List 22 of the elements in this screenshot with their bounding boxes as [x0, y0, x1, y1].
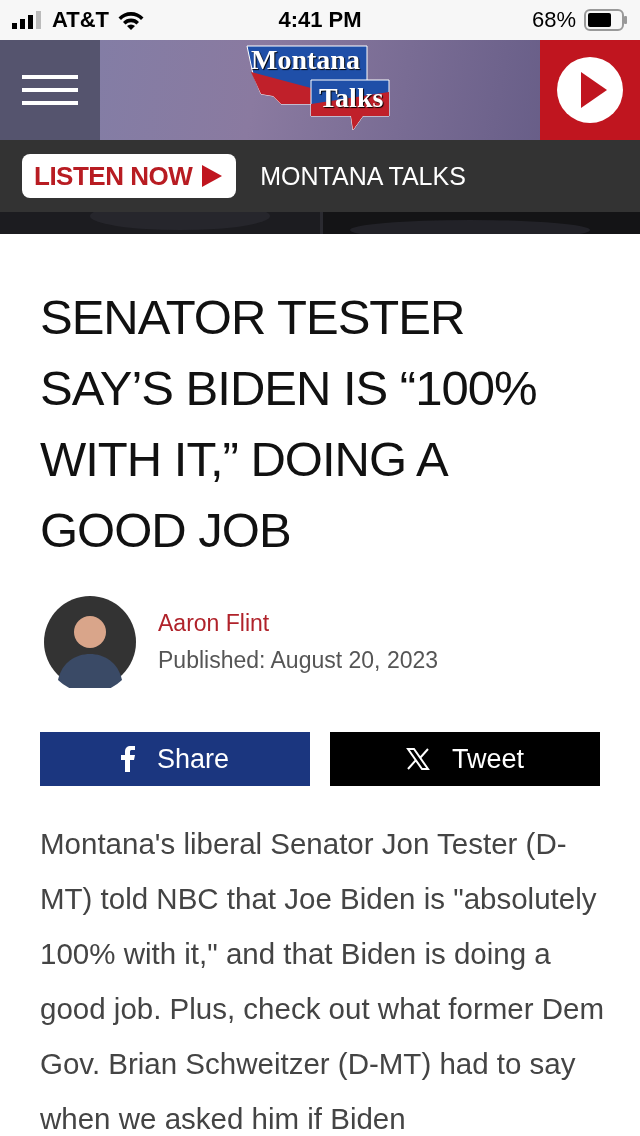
publish-date: Published: August 20, 2023 [158, 647, 439, 674]
play-icon [556, 56, 624, 124]
battery-icon [584, 9, 628, 31]
station-name: MONTANA TALKS [260, 161, 466, 191]
article-headline: SENATOR TESTER SAY’S BIDEN IS “100% WITH IT,” DOING A GOOD JOB [40, 289, 538, 559]
play-icon [202, 165, 223, 187]
article-body: Montana's liberal Senator Jon Tester (D-MT) told NBC that Joe Biden is "absolutely 100% with it," and that Biden is doing a good job. Plus, check out what former Dem Gov. Brian Schweitzer (D-MT) had to say when we asked him if Biden [40, 826, 606, 1136]
share-button[interactable]: Share [40, 732, 310, 786]
battery-percent: 68% [531, 7, 576, 33]
x-icon [405, 747, 430, 771]
author-link[interactable]: Aaron Flint [158, 610, 439, 637]
play-button[interactable] [540, 40, 640, 140]
menu-icon [22, 75, 78, 105]
signal-icon [12, 11, 44, 29]
share-button[interactable]: Tweet [330, 732, 600, 786]
carrier-name: AT&T [52, 7, 110, 33]
wifi-icon [117, 10, 146, 30]
logo-text: Montana [251, 44, 360, 76]
clock-time: 4:41 PM [278, 7, 362, 33]
facebook-icon [120, 746, 135, 772]
menu-button[interactable] [0, 40, 100, 140]
listen-now-button[interactable]: LISTEN NOW [22, 154, 237, 198]
